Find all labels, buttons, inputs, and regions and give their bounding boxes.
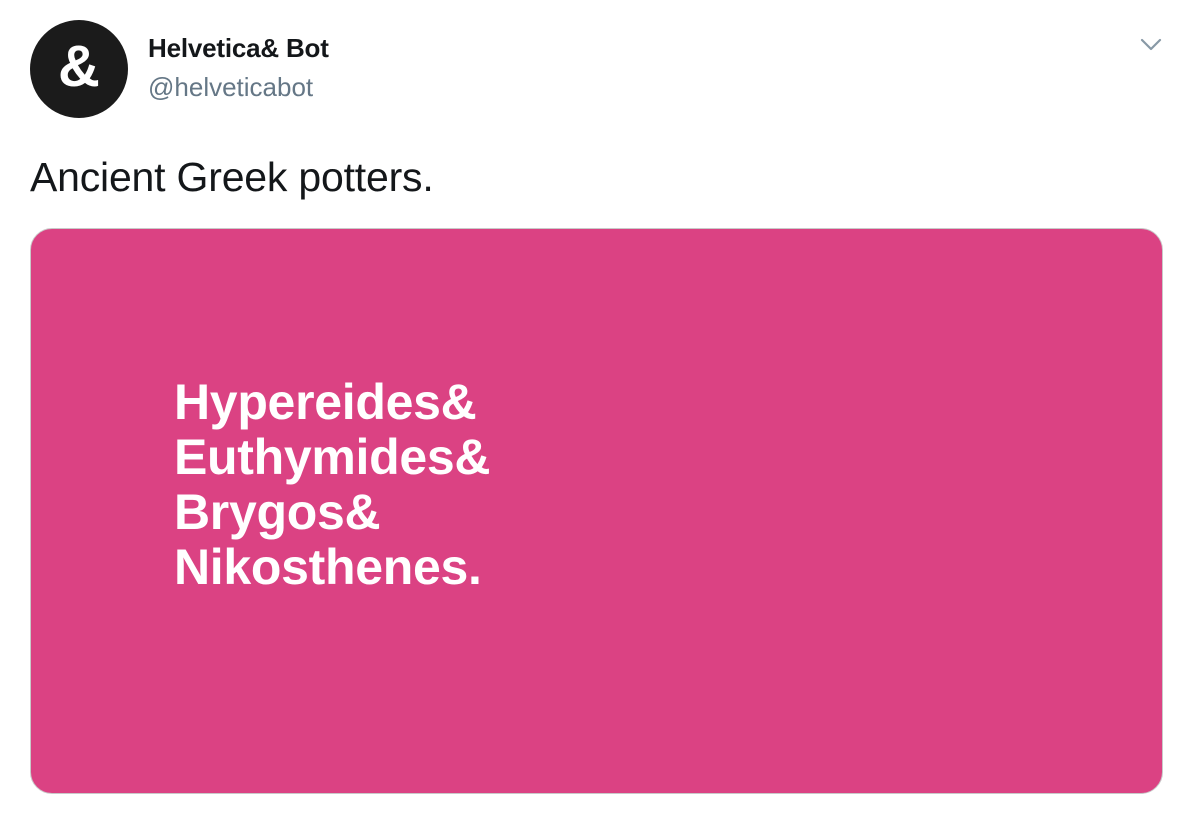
tweet-media-image[interactable]: Hypereides& Euthymides& Brygos& Nikosthe… [30,228,1163,794]
avatar-ampersand-glyph: & [58,34,100,99]
potter-name: Brygos& [174,484,381,540]
tweet-text: Ancient Greek potters. [30,154,434,200]
potter-name: Hypereides& [174,374,477,430]
potter-name-list: Hypereides& Euthymides& Brygos& Nikosthe… [174,374,491,595]
potter-name: Nikosthenes. [174,539,482,595]
potter-name: Euthymides& [174,429,491,485]
author-handle[interactable]: @helveticabot [148,72,313,103]
tweet-card: & Helvetica& Bot @helveticabot Ancient G… [0,0,1196,826]
chevron-down-icon [1140,38,1162,51]
author-display-name[interactable]: Helvetica& Bot [148,33,329,64]
avatar[interactable]: & [30,20,128,118]
tweet-menu-button[interactable] [1136,32,1166,58]
